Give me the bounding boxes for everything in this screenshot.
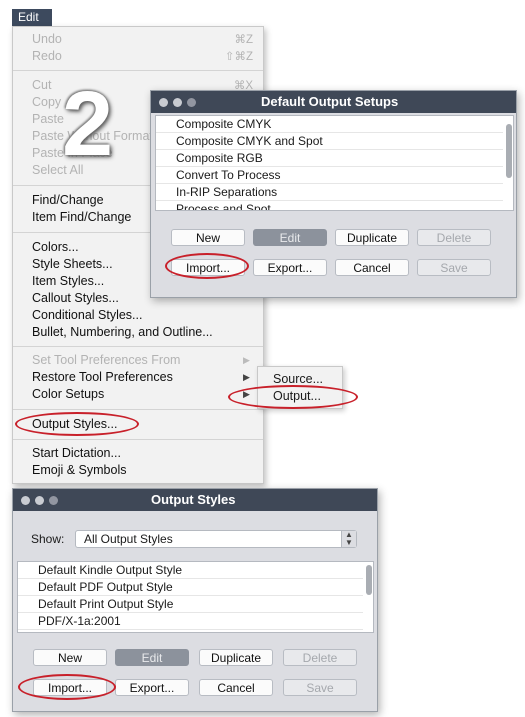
new-button[interactable]: New: [171, 229, 245, 246]
highlight-ring-import: [165, 253, 249, 279]
submenu-arrow-icon: ▶: [243, 372, 250, 382]
duplicate-button[interactable]: Duplicate: [335, 229, 409, 246]
export-button[interactable]: Export...: [253, 259, 327, 276]
menu-item-start-dictation[interactable]: Start Dictation...: [32, 446, 121, 460]
list-item[interactable]: Composite CMYK: [156, 116, 503, 133]
dialog-titlebar: Default Output Setups: [151, 91, 516, 113]
output-styles-list: Default Kindle Output Style Default PDF …: [17, 561, 374, 633]
delete-button[interactable]: Delete: [283, 649, 357, 666]
edit-button[interactable]: Edit: [115, 649, 189, 666]
menu-item-set-tool-preferences[interactable]: Set Tool Preferences From: [32, 353, 180, 367]
scrollbar[interactable]: [366, 565, 372, 595]
menu-item-color-setups[interactable]: Color Setups: [32, 387, 104, 401]
close-window-icon[interactable]: [21, 496, 30, 505]
highlight-ring-output: [228, 385, 358, 409]
edit-button[interactable]: Edit: [253, 229, 327, 246]
list-item[interactable]: Default PDF Output Style: [18, 579, 363, 596]
new-button[interactable]: New: [33, 649, 107, 666]
minimize-window-icon[interactable]: [35, 496, 44, 505]
list-item[interactable]: Default Kindle Output Style: [18, 562, 363, 579]
show-label: Show:: [31, 532, 65, 546]
menu-item-find-change[interactable]: Find/Change: [32, 193, 104, 207]
output-setups-list: Composite CMYK Composite CMYK and Spot C…: [155, 115, 514, 211]
step-number: 2: [62, 73, 114, 175]
menu-item-callout-styles[interactable]: Callout Styles...: [32, 291, 119, 305]
menu-item-copy[interactable]: Copy: [32, 95, 61, 109]
edit-menu-title[interactable]: Edit: [12, 9, 52, 26]
show-dropdown-value: All Output Styles: [84, 532, 173, 546]
menu-item-redo[interactable]: Redo: [32, 49, 62, 63]
menu-item-colors[interactable]: Colors...: [32, 240, 79, 254]
zoom-window-icon[interactable]: [49, 496, 58, 505]
menu-item-conditional-styles[interactable]: Conditional Styles...: [32, 308, 142, 322]
save-button[interactable]: Save: [283, 679, 357, 696]
menu-item-cut[interactable]: Cut: [32, 78, 51, 92]
menu-item-item-styles[interactable]: Item Styles...: [32, 274, 104, 288]
save-button[interactable]: Save: [417, 259, 491, 276]
menu-item-undo[interactable]: Undo: [32, 32, 62, 46]
duplicate-button[interactable]: Duplicate: [199, 649, 273, 666]
dialog-title: Default Output Setups: [261, 94, 399, 109]
menu-item-restore-tool-preferences[interactable]: Restore Tool Preferences: [32, 370, 173, 384]
menu-item-item-find-change[interactable]: Item Find/Change: [32, 210, 131, 224]
menu-item-emoji-symbols[interactable]: Emoji & Symbols: [32, 463, 126, 477]
export-button[interactable]: Export...: [115, 679, 189, 696]
submenu-item-source[interactable]: Source...: [273, 372, 323, 386]
highlight-ring-import: [18, 674, 116, 700]
undo-shortcut: ⌘Z: [234, 34, 253, 46]
menu-item-paste[interactable]: Paste: [32, 112, 64, 126]
list-item[interactable]: Convert To Process: [156, 167, 503, 184]
highlight-ring-output-styles: [15, 412, 139, 436]
scrollbar[interactable]: [506, 124, 512, 178]
list-item[interactable]: Composite CMYK and Spot: [156, 133, 503, 150]
list-item[interactable]: Process and Spot: [156, 201, 503, 210]
dialog-title: Output Styles: [151, 492, 236, 507]
menu-separator: [13, 439, 263, 440]
delete-button[interactable]: Delete: [417, 229, 491, 246]
close-window-icon[interactable]: [159, 98, 168, 107]
menu-separator: [13, 70, 263, 71]
menu-separator: [13, 409, 263, 410]
show-dropdown[interactable]: All Output Styles ▲ ▼: [75, 530, 357, 548]
submenu-arrow-icon: ▶: [243, 355, 250, 365]
dialog-titlebar: Output Styles: [13, 489, 377, 511]
menu-item-bullet-numbering-outline[interactable]: Bullet, Numbering, and Outline...: [32, 325, 213, 339]
list-item[interactable]: Default Print Output Style: [18, 596, 363, 613]
list-item[interactable]: PDF/X-1a:2001: [18, 613, 363, 630]
list-item[interactable]: Composite RGB: [156, 150, 503, 167]
cancel-button[interactable]: Cancel: [335, 259, 409, 276]
minimize-window-icon[interactable]: [173, 98, 182, 107]
list-item[interactable]: In-RIP Separations: [156, 184, 503, 201]
redo-shortcut: ⇧⌘Z: [224, 51, 253, 63]
dropdown-arrows-icon: ▲ ▼: [341, 531, 356, 547]
menu-item-style-sheets[interactable]: Style Sheets...: [32, 257, 113, 271]
zoom-window-icon[interactable]: [187, 98, 196, 107]
cancel-button[interactable]: Cancel: [199, 679, 273, 696]
menu-separator: [13, 346, 263, 347]
